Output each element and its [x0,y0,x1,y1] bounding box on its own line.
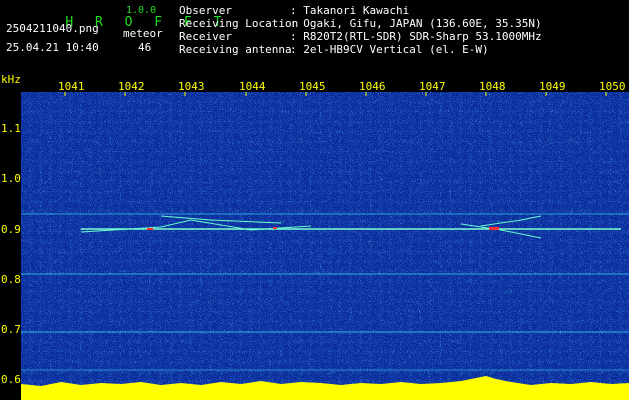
info-location-value: : Ogaki, Gifu, JAPAN (136.60E, 35.35N) [290,17,542,30]
info-observer-key: Observer [179,4,232,17]
waterfall-noise-cyan [21,92,629,400]
detection-label: meteor [123,27,163,40]
detection-count: 46 [138,41,152,54]
info-receiver-value: : R820T2(RTL-SDR) SDR-Sharp 53.1000MHz [290,30,542,43]
info-location-key: Receiving Location [179,17,299,30]
file-name: 2504211040.png [6,22,99,35]
file-datetime: 25.04.21 10:40 [6,41,99,54]
y-tick-label: 0.8 [1,273,21,286]
info-antenna-value: : 2el-HB9CV Vertical (el. E-W) [290,43,489,56]
spectrogram-window: H R O F F T 1.0.0 2504211040.png meteor … [0,0,629,400]
y-tick-label: 0.7 [1,323,21,336]
info-antenna-key: Receiving antenna [179,43,292,56]
y-tick-label: 0.9 [1,223,21,236]
y-tick-label: 1.1 [1,122,21,135]
y-axis-unit: kHz [1,73,21,86]
y-tick-label: 0.6 [1,373,21,386]
y-tick-label: 1.0 [1,172,21,185]
info-receiver-key: Receiver [179,30,232,43]
waterfall-spectrogram [21,92,629,400]
info-observer-value: : Takanori Kawachi [290,4,410,17]
app-version: 1.0.0 [126,5,157,16]
